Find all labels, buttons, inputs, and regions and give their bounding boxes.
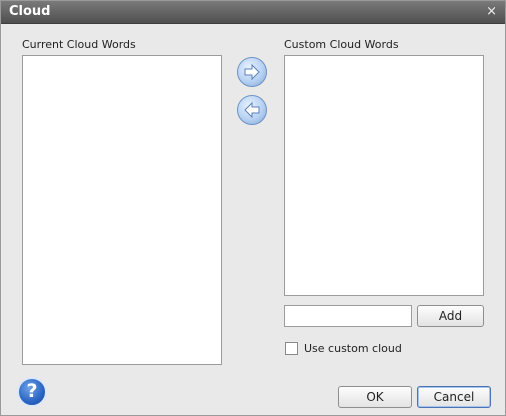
custom-cloud-words-list[interactable] [284,55,484,296]
add-button[interactable]: Add [417,305,484,327]
arrow-right-icon [244,63,260,81]
cancel-button[interactable]: Cancel [417,386,491,408]
current-cloud-words-list[interactable] [22,55,222,365]
current-cloud-words-label: Current Cloud Words [22,38,136,51]
move-left-button[interactable] [237,95,267,125]
custom-word-input[interactable] [284,305,412,327]
help-icon[interactable]: ? [17,377,47,407]
move-right-button[interactable] [237,57,267,87]
use-custom-cloud-label[interactable]: Use custom cloud [304,342,402,355]
ok-button[interactable]: OK [338,386,412,408]
close-icon[interactable]: × [486,4,497,19]
arrow-left-icon [244,101,260,119]
custom-cloud-words-label: Custom Cloud Words [284,38,399,51]
cloud-dialog: Cloud × Current Cloud Words Custom Cloud… [0,0,506,416]
title-bar[interactable]: Cloud × [1,1,505,24]
dialog-title: Cloud [9,4,51,19]
use-custom-cloud-checkbox[interactable] [285,342,298,355]
